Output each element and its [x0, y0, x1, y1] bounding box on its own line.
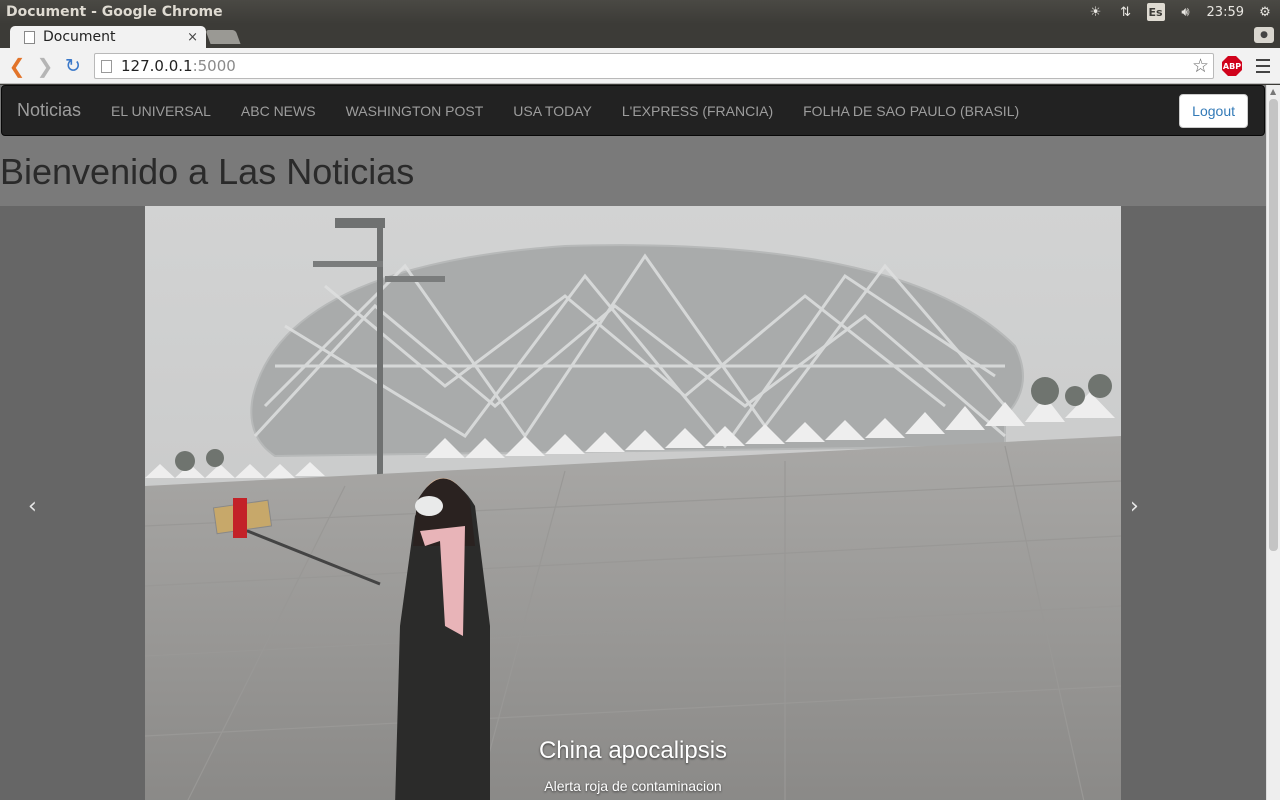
nav-link-folha[interactable]: FOLHA DE SAO PAULO (BRASIL)	[788, 86, 1034, 136]
close-tab-icon[interactable]: ×	[187, 30, 198, 45]
scrollbar-thumb[interactable]	[1269, 99, 1278, 551]
chevron-right-icon: ›	[1130, 493, 1139, 519]
carousel-prev-button[interactable]: ‹	[28, 206, 173, 800]
address-bar[interactable]: 127.0.0.1:5000 ☆	[94, 53, 1214, 79]
news-carousel: ‹ › China apocalipsis Alerta roja de con…	[0, 206, 1266, 800]
page-scrollbar[interactable]: ▲	[1266, 85, 1280, 800]
system-indicators: ☀ ⇅ Es 🔊︎ 23:59 ⚙	[1087, 3, 1274, 21]
logout-button[interactable]: Logout	[1179, 94, 1248, 128]
reload-button[interactable]: ↻	[59, 52, 87, 80]
url-host: 127.0.0.1	[121, 57, 193, 75]
nav-link-lexpress[interactable]: L'EXPRESS (FRANCIA)	[607, 86, 788, 136]
back-button[interactable]: ❮	[3, 52, 31, 80]
chrome-menu-icon[interactable]	[1254, 57, 1272, 75]
tab-document[interactable]: Document ×	[10, 26, 206, 48]
nav-link-el-universal[interactable]: EL UNIVERSAL	[96, 86, 226, 136]
navbar-brand[interactable]: Noticias	[2, 100, 96, 121]
system-gear-icon[interactable]: ⚙	[1256, 3, 1274, 21]
url-port: :5000	[192, 57, 236, 75]
carousel-next-button[interactable]: ›	[1130, 206, 1266, 800]
carousel-caption-title: China apocalipsis	[538, 737, 728, 764]
carousel-slide-image	[145, 206, 1121, 800]
nav-link-usa-today[interactable]: USA TODAY	[498, 86, 607, 136]
clock[interactable]: 23:59	[1207, 5, 1244, 20]
nav-links: EL UNIVERSAL ABC NEWS WASHINGTON POST US…	[96, 86, 1034, 136]
volume-icon[interactable]: 🔊︎	[1177, 3, 1195, 21]
brightness-icon[interactable]: ☀	[1087, 3, 1105, 21]
page-info-icon[interactable]	[101, 59, 112, 73]
adblock-icon[interactable]: ABP	[1222, 56, 1242, 76]
carousel-caption-text: Alerta roja de contaminacion	[544, 778, 722, 794]
navbar: Noticias EL UNIVERSAL ABC NEWS WASHINGTO…	[1, 85, 1265, 136]
nav-link-abc-news[interactable]: ABC NEWS	[226, 86, 331, 136]
nav-link-washington-post[interactable]: WASHINGTON POST	[331, 86, 499, 136]
new-tab-button[interactable]	[205, 30, 241, 44]
scroll-up-icon[interactable]: ▲	[1270, 87, 1276, 96]
browser-toolbar: ❮ ❯ ↻ 127.0.0.1:5000 ☆ ABP	[0, 48, 1280, 84]
window-title: Document - Google Chrome	[6, 4, 223, 20]
page-icon	[24, 30, 35, 44]
page-title: Bienvenido a Las Noticias	[0, 151, 415, 192]
forward-button[interactable]: ❯	[31, 52, 59, 80]
tab-label: Document	[43, 29, 116, 45]
bookmark-star-icon[interactable]: ☆	[1192, 55, 1209, 77]
keyboard-layout-indicator[interactable]: Es	[1146, 3, 1165, 21]
profile-icon[interactable]: ●	[1254, 27, 1274, 43]
chevron-left-icon: ‹	[28, 493, 37, 519]
page-viewport: Noticias EL UNIVERSAL ABC NEWS WASHINGTO…	[0, 85, 1266, 800]
network-icon[interactable]: ⇅	[1117, 3, 1135, 21]
tab-strip: Document × ●	[0, 24, 1280, 48]
os-top-panel: Document - Google Chrome ☀ ⇅ Es 🔊︎ 23:59…	[0, 0, 1280, 24]
stadium-photo	[145, 206, 1121, 800]
